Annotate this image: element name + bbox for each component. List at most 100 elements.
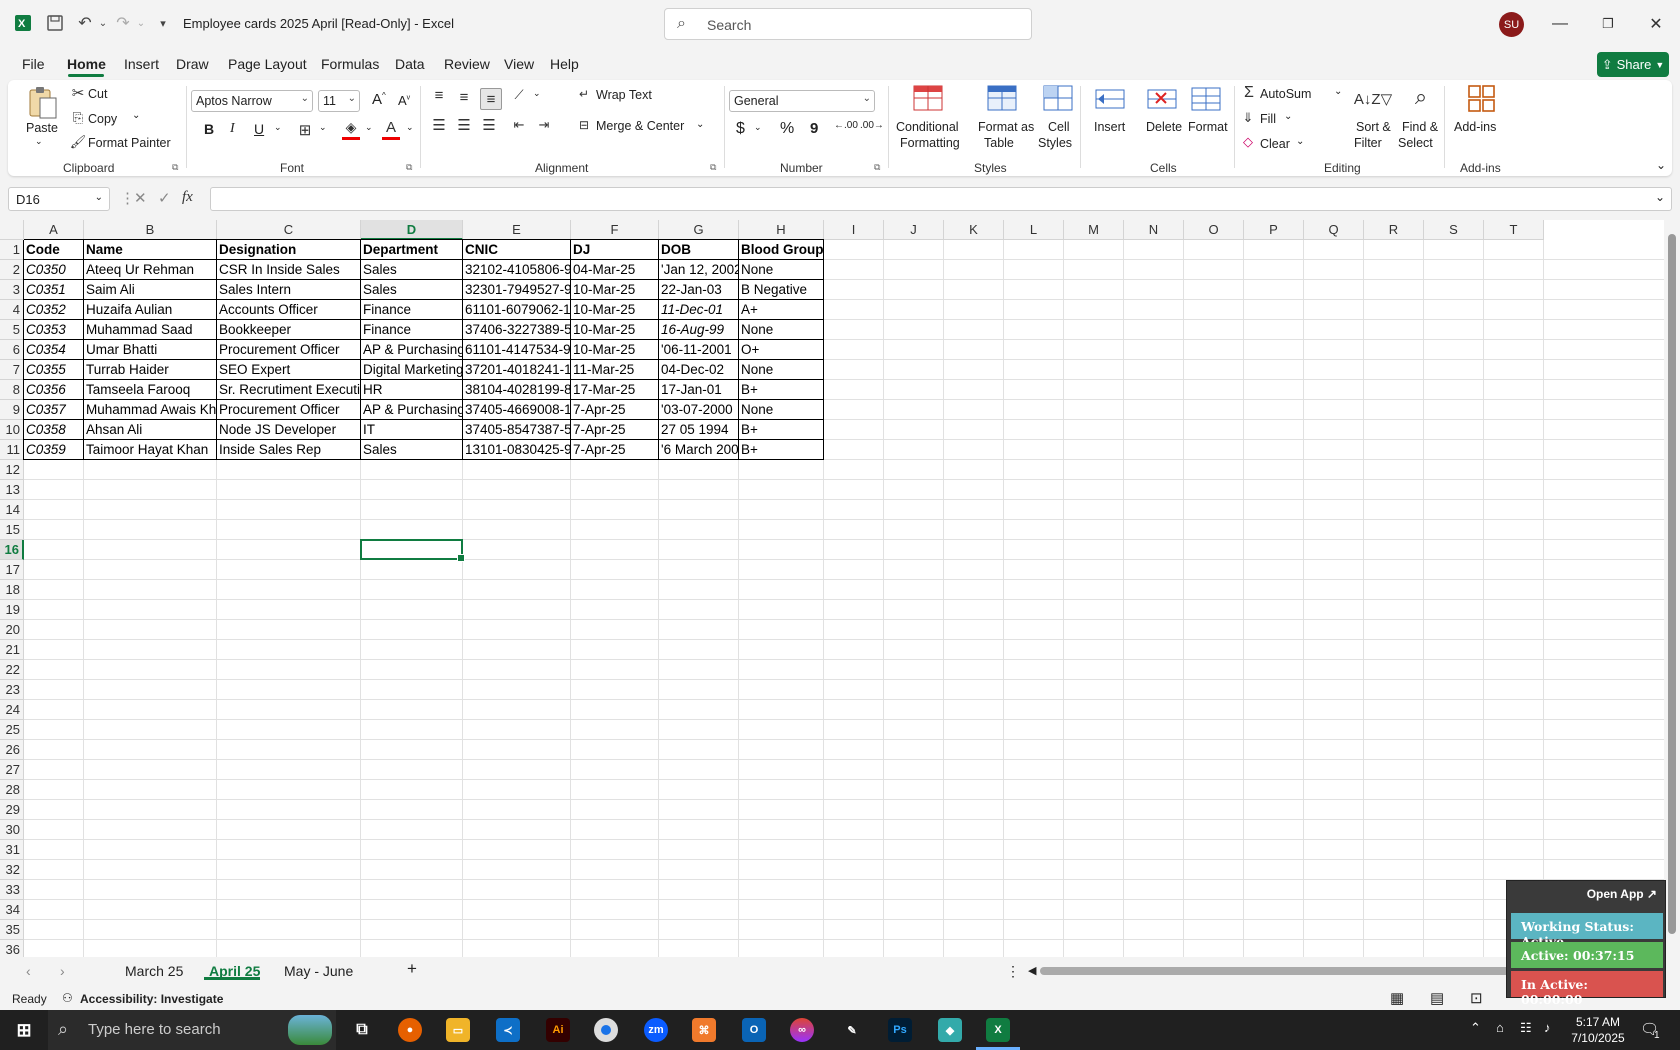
name-box[interactable]: D16 ⌄ (8, 187, 110, 211)
format-as-table-icon[interactable] (986, 84, 1018, 116)
cell-d9[interactable]: AP & Purchasing (361, 400, 462, 420)
row-header-12[interactable]: 12 (0, 460, 24, 480)
xampp-icon[interactable]: ⌘ (692, 1018, 716, 1042)
cell-c3[interactable]: Sales Intern (217, 280, 360, 300)
accessibility-icon[interactable]: ⚇ (62, 991, 73, 1005)
row-header-36[interactable]: 36 (0, 940, 24, 957)
cell-a11[interactable]: C0359 (24, 440, 83, 460)
format-as-table-label2[interactable]: Table (984, 136, 1014, 150)
cell-h7[interactable]: None (739, 360, 823, 380)
row-header-1[interactable]: 1 (0, 240, 24, 260)
cell-d6[interactable]: AP & Purchasing (361, 340, 462, 360)
cell-a3[interactable]: C0351 (24, 280, 83, 300)
percent-button[interactable]: % (780, 120, 794, 138)
column-header-g[interactable]: G (659, 220, 739, 240)
wrap-text-label[interactable]: Wrap Text (596, 88, 652, 102)
vertical-scrollbar[interactable] (1664, 220, 1680, 957)
row-header-33[interactable]: 33 (0, 880, 24, 900)
customize-toolbar-icon[interactable]: ▾ (152, 12, 174, 34)
cell-c6[interactable]: Procurement Officer (217, 340, 360, 360)
row-header-28[interactable]: 28 (0, 780, 24, 800)
column-header-n[interactable]: N (1124, 220, 1184, 240)
paste-dropdown-icon[interactable]: ⌄ (35, 136, 43, 147)
cell-g4[interactable]: 11-Dec-01 (659, 300, 738, 320)
cell-c10[interactable]: Node JS Developer (217, 420, 360, 440)
next-sheet-icon[interactable]: › (60, 963, 65, 979)
cell-b1[interactable]: Name (84, 240, 216, 260)
decrease-indent-icon[interactable]: ⇤ (510, 116, 528, 134)
cell-a5[interactable]: C0353 (24, 320, 83, 340)
row-header-2[interactable]: 2 (0, 260, 24, 280)
copy-dropdown-icon[interactable]: ⌄ (132, 110, 140, 121)
cell-a10[interactable]: C0358 (24, 420, 83, 440)
row-header-25[interactable]: 25 (0, 720, 24, 740)
cell-h5[interactable]: None (739, 320, 823, 340)
cell-g11[interactable]: '6 March 2001 (659, 440, 738, 460)
increase-indent-icon[interactable]: ⇥ (535, 116, 553, 134)
row-header-20[interactable]: 20 (0, 620, 24, 640)
windows-start-icon[interactable]: ⊞ (12, 1018, 36, 1042)
column-header-q[interactable]: Q (1304, 220, 1364, 240)
increase-font-icon[interactable]: A^ (372, 91, 386, 108)
column-header-k[interactable]: K (944, 220, 1004, 240)
cell-b2[interactable]: Ateeq Ur Rehman (84, 260, 216, 280)
cell-d10[interactable]: IT (361, 420, 462, 440)
align-left-icon[interactable]: ☰ (430, 116, 448, 134)
cell-c7[interactable]: SEO Expert (217, 360, 360, 380)
cell-g7[interactable]: 04-Dec-02 (659, 360, 738, 380)
conditional-formatting-label2[interactable]: Formatting (900, 136, 960, 150)
tab-formulas[interactable]: Formulas (321, 56, 379, 72)
cell-g2[interactable]: 'Jan 12, 2002 (659, 260, 738, 280)
cell-f6[interactable]: 10-Mar-25 (571, 340, 658, 360)
autosum-label[interactable]: AutoSum (1260, 87, 1311, 101)
find-select-label1[interactable]: Find & (1402, 120, 1438, 134)
tab-insert[interactable]: Insert (124, 56, 159, 72)
save-icon[interactable] (44, 12, 66, 34)
cell-f2[interactable]: 04-Mar-25 (571, 260, 658, 280)
format-cells-icon[interactable] (1190, 84, 1222, 116)
undo-dropdown-icon[interactable]: ⌄ (92, 12, 114, 34)
column-header-a[interactable]: A (24, 220, 84, 240)
borders-dropdown-icon[interactable]: ⌄ (319, 122, 327, 133)
cell-e2[interactable]: 32102-4105806-9 (463, 260, 570, 280)
wrap-text-icon[interactable]: ↵ (576, 86, 592, 102)
cell-e3[interactable]: 32301-7949527-9 (463, 280, 570, 300)
row-header-22[interactable]: 22 (0, 660, 24, 680)
font-size-select[interactable]: 11 ⌄ (318, 90, 360, 112)
paste-label[interactable]: Paste (26, 121, 58, 135)
cell-e11[interactable]: 13101-0830425-9 (463, 440, 570, 460)
alignment-launcher-icon[interactable]: ⧉ (710, 162, 716, 173)
cell-c5[interactable]: Bookkeeper (217, 320, 360, 340)
taskbar-search[interactable]: ⌕ Type here to search (48, 1010, 336, 1050)
cell-f10[interactable]: 7-Apr-25 (571, 420, 658, 440)
row-header-29[interactable]: 29 (0, 800, 24, 820)
clipboard-launcher-icon[interactable]: ⧉ (172, 162, 178, 173)
row-header-27[interactable]: 27 (0, 760, 24, 780)
sheet-tab-may-june[interactable]: May - June (284, 963, 353, 979)
creative-cloud-icon[interactable]: ∞ (790, 1018, 814, 1042)
column-header-i[interactable]: I (824, 220, 884, 240)
cell-h4[interactable]: A+ (739, 300, 823, 320)
cut-label[interactable]: Cut (88, 87, 107, 101)
collapse-ribbon-icon[interactable]: ⌄ (1656, 158, 1666, 172)
expand-formula-icon[interactable]: ⌄ (1655, 190, 1665, 204)
sheet-tab-march[interactable]: March 25 (125, 963, 183, 979)
scroll-left-icon[interactable]: ◀ (1028, 964, 1036, 977)
excel-taskbar-icon[interactable]: X (986, 1018, 1010, 1042)
copy-label[interactable]: Copy (88, 112, 117, 126)
find-select-label2[interactable]: Select (1398, 136, 1433, 150)
cell-d5[interactable]: Finance (361, 320, 462, 340)
cell-g9[interactable]: '03-07-2000 (659, 400, 738, 420)
row-header-21[interactable]: 21 (0, 640, 24, 660)
column-header-s[interactable]: S (1424, 220, 1484, 240)
wifi-icon[interactable]: ☷ (1520, 1020, 1532, 1036)
number-format-select[interactable]: General ⌄ (729, 90, 875, 112)
cell-e10[interactable]: 37405-8547387-5 (463, 420, 570, 440)
decrease-font-icon[interactable]: Av (398, 93, 410, 108)
sort-filter-label2[interactable]: Filter (1354, 136, 1382, 150)
decrease-decimal-icon[interactable]: .00→ (860, 120, 884, 131)
number-launcher-icon[interactable]: ⧉ (874, 162, 880, 173)
cell-styles-label2[interactable]: Styles (1038, 136, 1072, 150)
merge-center-icon[interactable]: ⊟ (576, 117, 592, 133)
underline-button[interactable]: U (254, 121, 264, 137)
